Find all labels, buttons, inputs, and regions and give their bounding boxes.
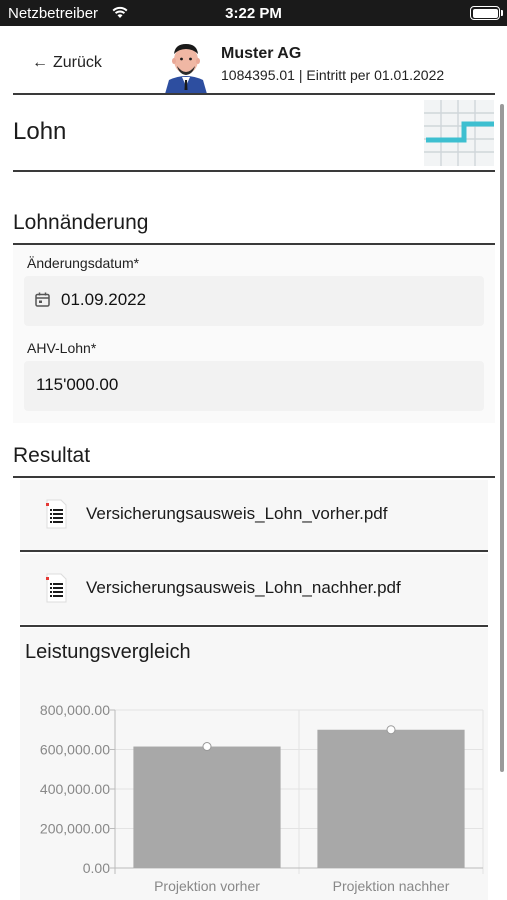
- arrow-left-icon: ←: [32, 54, 48, 71]
- section-title-lohnaenderung: Lohnänderung: [13, 211, 149, 234]
- row-divider: [20, 550, 488, 552]
- date-field-value: 01.09.2022: [61, 290, 147, 309]
- bar: [317, 729, 465, 868]
- pdf-file-name: Versicherungsausweis_Lohn_nachher.pdf: [86, 578, 401, 597]
- y-tick-label: 600,000.00: [40, 742, 110, 758]
- row-divider: [20, 625, 488, 627]
- x-tick-label: Projektion nachher: [333, 878, 450, 894]
- pdf-file-vorher[interactable]: Versicherungsausweis_Lohn_vorher.pdf: [20, 480, 488, 550]
- avatar: [165, 44, 207, 94]
- back-button[interactable]: ← Zurück: [32, 54, 102, 72]
- status-time: 3:22 PM: [225, 5, 282, 22]
- company-name: Muster AG: [221, 45, 302, 62]
- salary-chart-icon: [424, 100, 494, 166]
- back-button-label: Zurück: [53, 54, 102, 71]
- y-tick-label: 200,000.00: [40, 821, 110, 837]
- page-title: Lohn: [13, 118, 67, 145]
- header-divider: [13, 93, 495, 95]
- y-tick-label: 400,000.00: [40, 781, 110, 797]
- pdf-document-icon: [46, 573, 67, 603]
- pdf-document-icon: [46, 499, 67, 529]
- salary-field-value: 115'000.00: [36, 375, 119, 394]
- calendar-icon: [35, 292, 50, 307]
- bar-marker: [202, 742, 212, 752]
- bar-marker: [386, 725, 396, 735]
- x-tick-label: Projektion vorher: [154, 878, 260, 894]
- chart-title: Leistungsvergleich: [25, 641, 191, 663]
- pdf-file-nachher[interactable]: Versicherungsausweis_Lohn_nachher.pdf: [20, 554, 488, 624]
- app-header: ← Zurück Muster AG 1084395.01 | Eintritt…: [0, 26, 507, 94]
- pdf-file-name: Versicherungsausweis_Lohn_vorher.pdf: [86, 504, 388, 523]
- company-subtitle: 1084395.01 | Eintritt per 01.01.2022: [221, 67, 445, 83]
- bar: [133, 746, 281, 868]
- y-tick-label: 0.00: [83, 860, 110, 876]
- comparison-bar-chart: 0.00 200,000.00 400,000.00 600,000.00 800,00…: [40, 702, 484, 894]
- battery-icon: [470, 6, 500, 20]
- status-bar: Netzbetreiber 3:22 PM: [0, 0, 507, 26]
- date-field-label: Änderungsdatum*: [27, 255, 140, 271]
- section-title-resultat: Resultat: [13, 444, 91, 467]
- scrollbar[interactable]: [500, 104, 504, 772]
- title-divider: [13, 170, 495, 172]
- salary-field-label: AHV-Lohn*: [27, 340, 97, 356]
- y-tick-label: 800,000.00: [40, 702, 110, 718]
- section-divider: [13, 476, 495, 478]
